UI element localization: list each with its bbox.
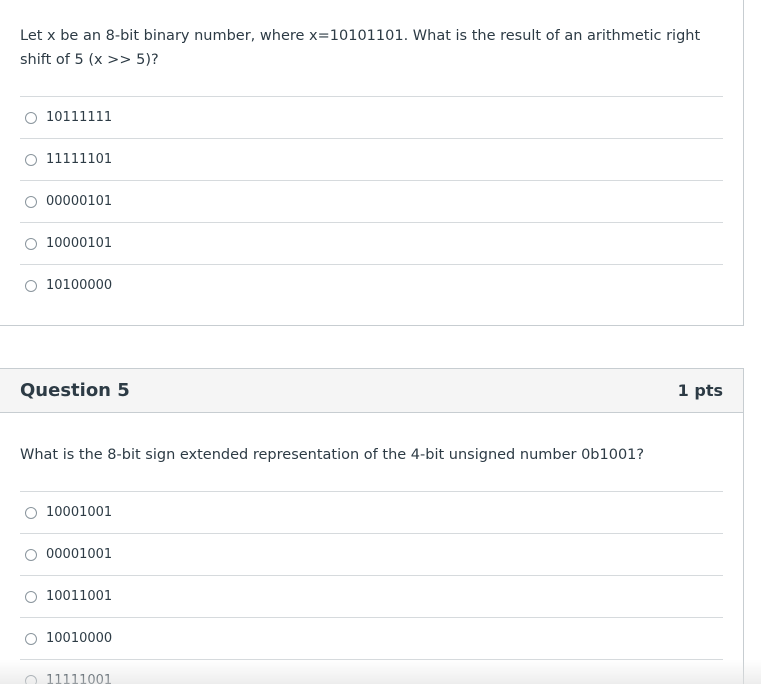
answer-label: 11111001 bbox=[46, 673, 113, 684]
question-4-answer-2[interactable]: 11111101 bbox=[20, 138, 723, 180]
question-5-card: Question 5 1 pts What is the 8-bit sign … bbox=[0, 368, 744, 684]
question-4-text: Let x be an 8-bit binary number, where x… bbox=[20, 28, 701, 68]
question-points: 1 pts bbox=[677, 381, 723, 400]
radio-button-icon[interactable] bbox=[25, 237, 37, 250]
answer-label: 10001001 bbox=[46, 505, 113, 520]
answer-label: 10111111 bbox=[46, 110, 113, 125]
radio-button-icon[interactable] bbox=[25, 632, 37, 645]
radio-button-icon[interactable] bbox=[25, 195, 37, 208]
radio-button-icon[interactable] bbox=[25, 674, 37, 684]
question-4-answers: 10111111 11111101 00000101 10000101 1010… bbox=[20, 96, 723, 306]
question-4-answer-1[interactable]: 10111111 bbox=[20, 96, 723, 138]
question-4-answer-3[interactable]: 00000101 bbox=[20, 180, 723, 222]
question-5-answer-5[interactable]: 11111001 bbox=[20, 659, 723, 684]
answer-label: 10100000 bbox=[46, 278, 113, 293]
question-5-answers: 10001001 00001001 10011001 10010000 1111… bbox=[20, 491, 723, 684]
radio-button-icon[interactable] bbox=[25, 506, 37, 519]
question-5-answer-3[interactable]: 10011001 bbox=[20, 575, 723, 617]
radio-button-icon[interactable] bbox=[25, 590, 37, 603]
radio-button-icon[interactable] bbox=[25, 279, 37, 292]
answer-label: 10010000 bbox=[46, 631, 113, 646]
question-5-answer-2[interactable]: 00001001 bbox=[20, 533, 723, 575]
radio-button-icon[interactable] bbox=[25, 153, 37, 166]
quiz-page: Let x be an 8-bit binary number, where x… bbox=[0, 0, 761, 684]
answer-label: 00001001 bbox=[46, 547, 113, 562]
question-4-answer-4[interactable]: 10000101 bbox=[20, 222, 723, 264]
question-5-answer-1[interactable]: 10001001 bbox=[20, 491, 723, 533]
question-title: Question 5 bbox=[20, 380, 130, 401]
question-5-text: What is the 8-bit sign extended represen… bbox=[20, 447, 645, 463]
question-4-answer-5[interactable]: 10100000 bbox=[20, 264, 723, 306]
answer-label: 10011001 bbox=[46, 589, 113, 604]
question-5-answer-4[interactable]: 10010000 bbox=[20, 617, 723, 659]
radio-button-icon[interactable] bbox=[25, 548, 37, 561]
answer-label: 00000101 bbox=[46, 194, 113, 209]
answer-label: 11111101 bbox=[46, 152, 113, 167]
radio-button-icon[interactable] bbox=[25, 111, 37, 124]
answer-label: 10000101 bbox=[46, 236, 113, 251]
question-5-header: Question 5 1 pts bbox=[0, 369, 743, 413]
question-4-card: Let x be an 8-bit binary number, where x… bbox=[0, 0, 744, 326]
